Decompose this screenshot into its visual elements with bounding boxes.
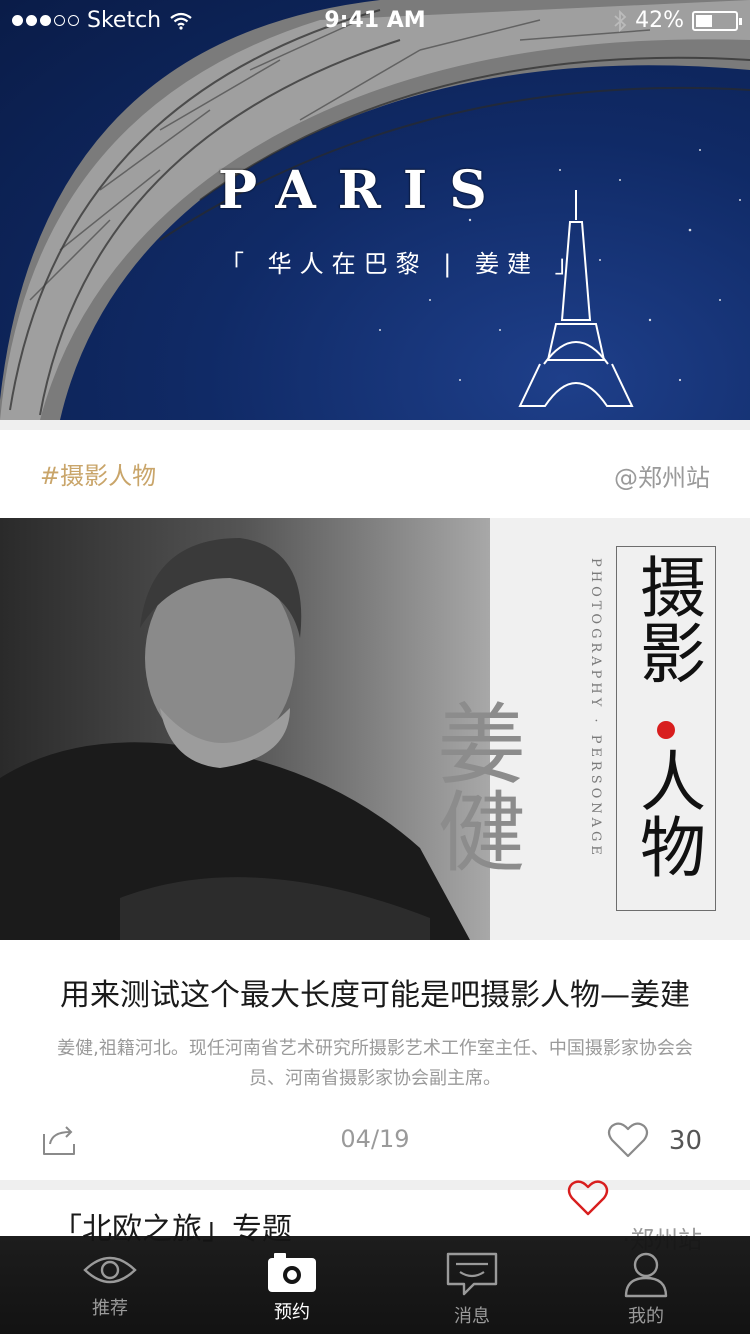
article-card[interactable]: #摄影人物 @郑州站 姜健 PHOTOGRAPHY · PERSONAGE 摄影…	[0, 430, 750, 1180]
tab-recommend[interactable]: 推荐	[50, 1236, 170, 1334]
tab-booking[interactable]: 预约	[232, 1236, 352, 1334]
battery-percent: 42%	[635, 8, 684, 33]
battery-level	[696, 14, 712, 27]
cover-title-box: 摄影 人物	[616, 546, 716, 911]
like-count: 30	[668, 1126, 702, 1156]
tab-recommend-label: 推荐	[92, 1298, 128, 1319]
battery-icon	[692, 10, 742, 31]
status-bar: Sketch 9:41 AM 42%	[0, 0, 750, 40]
tab-profile[interactable]: 我的	[586, 1236, 706, 1334]
bottom-tab-bar: 推荐 预约 消息 我的	[0, 1236, 750, 1334]
cover-title-bottom: 人物	[629, 747, 706, 879]
bluetooth-icon	[614, 9, 627, 32]
tab-booking-label: 预约	[274, 1302, 310, 1323]
portrait-silhouette	[0, 518, 490, 940]
hero-banner[interactable]: PARIS 「 华人在巴黎 | 姜建 」	[0, 0, 750, 420]
message-icon	[446, 1252, 498, 1296]
camera-icon	[268, 1253, 316, 1292]
heart-icon[interactable]	[606, 1120, 650, 1160]
tab-messages-label: 消息	[454, 1306, 490, 1327]
category-tag[interactable]: #摄影人物	[40, 456, 156, 491]
english-vertical-caption: PHOTOGRAPHY · PERSONAGE	[588, 558, 603, 859]
tab-profile-label: 我的	[628, 1306, 664, 1327]
floating-heart-icon[interactable]	[566, 1178, 610, 1218]
portrait-photo	[0, 518, 490, 940]
banner-subtitle: 「 华人在巴黎 | 姜建 」	[220, 250, 587, 278]
article-cover-image[interactable]: 姜健 PHOTOGRAPHY · PERSONAGE 摄影 人物	[0, 518, 750, 940]
red-dot-icon	[657, 721, 675, 739]
eye-icon	[83, 1256, 137, 1284]
article-title[interactable]: 用来测试这个最大长度可能是吧摄影人物—姜建	[0, 970, 750, 1014]
station-label[interactable]: @郑州站	[614, 458, 710, 493]
cover-title-top: 摄影	[629, 553, 706, 685]
article-description: 姜健,祖籍河北。现任河南省艺术研究所摄影艺术工作室主任、中国摄影家协会会员、河南…	[57, 1038, 693, 1089]
tab-messages[interactable]: 消息	[412, 1236, 532, 1334]
user-icon	[624, 1252, 668, 1298]
banner-title: PARIS	[218, 160, 509, 221]
subject-name-vertical: 姜健	[423, 698, 526, 874]
